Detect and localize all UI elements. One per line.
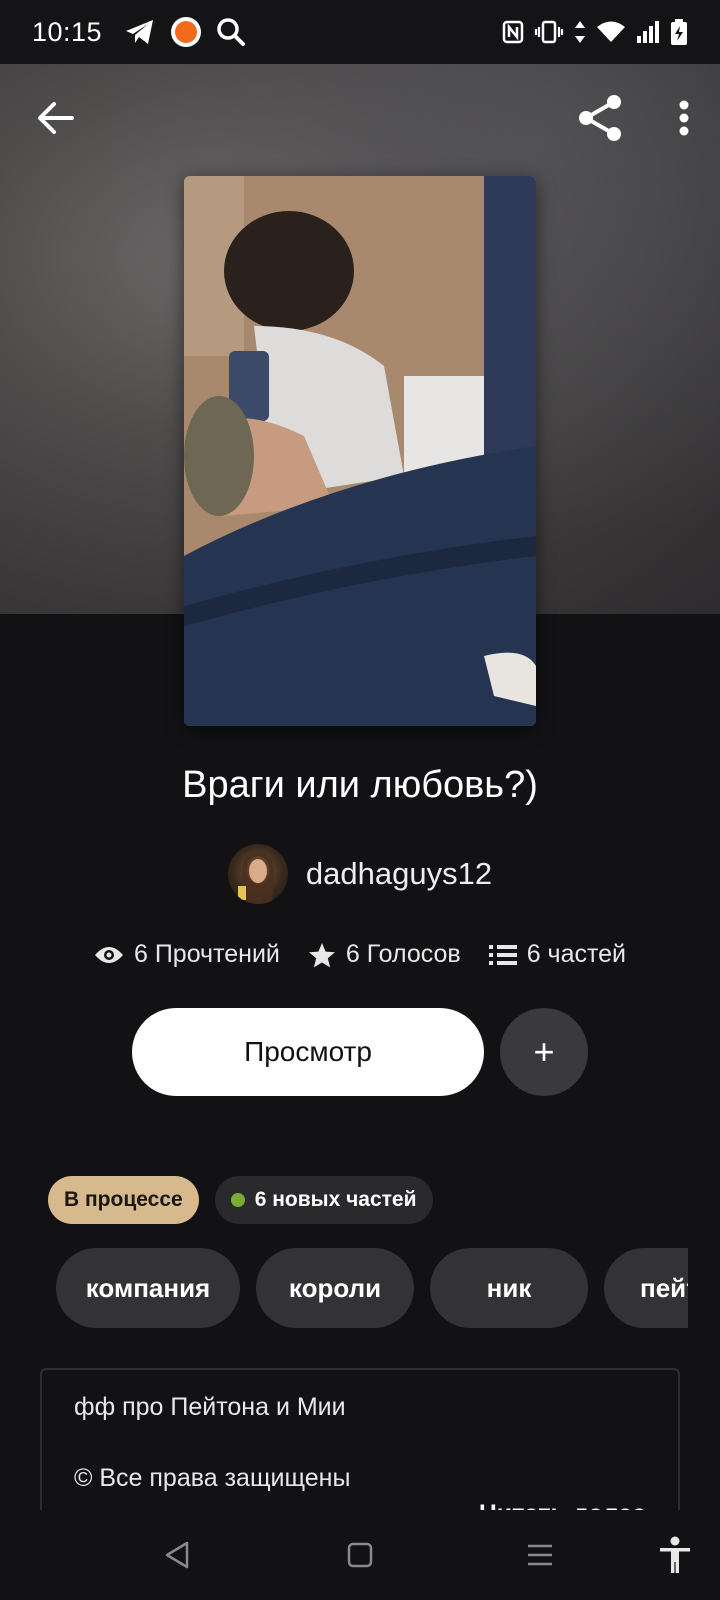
system-nav-bar <box>0 1510 720 1600</box>
orange-app-icon <box>170 16 202 48</box>
add-to-library-button[interactable]: + <box>500 1008 588 1096</box>
parts-count: 6 частей <box>526 940 627 968</box>
nav-home-button[interactable] <box>335 1530 385 1580</box>
author-name[interactable]: dadhaguys12 <box>306 856 492 892</box>
eye-icon <box>94 946 123 963</box>
votes-stat: 6 Голосов <box>308 940 461 969</box>
story-actions: Просмотр + <box>132 1008 588 1096</box>
tag-chip[interactable]: короли <box>256 1248 414 1328</box>
reads-count: 6 Прочтений <box>133 940 280 968</box>
new-parts-dot <box>230 1193 245 1207</box>
copyright-line: © Все права защищены <box>74 1464 351 1492</box>
status-badge: В процессе <box>48 1176 199 1224</box>
nav-recents-button[interactable] <box>515 1530 565 1580</box>
story-cover-image[interactable] <box>184 176 536 726</box>
nav-home-icon <box>347 1542 373 1568</box>
back-arrow-icon <box>37 101 75 140</box>
read-more-link[interactable]: Читать далее <box>479 1500 646 1510</box>
battery-charging-icon <box>670 19 688 45</box>
status-right-icons <box>502 19 688 45</box>
reads-stat: 6 Прочтений <box>94 940 280 969</box>
share-icon <box>579 94 621 141</box>
story-description: фф про Пейтона и Мии © Все права защищен… <box>40 1368 680 1510</box>
tag-list: компания короли ник пейтон <box>56 1248 688 1328</box>
telegram-icon <box>124 18 156 46</box>
signal-icon <box>636 21 660 43</box>
new-parts-label: 6 новых частей <box>254 1188 417 1211</box>
story-stats: 6 Прочтений 6 Голосов 6 частей <box>0 940 720 969</box>
story-title: Враги или любовь?) <box>182 764 538 806</box>
search-icon <box>216 17 246 47</box>
parts-stat: 6 частей <box>488 940 627 969</box>
accessibility-icon <box>660 1536 690 1573</box>
status-bar: 10:15 <box>0 0 720 64</box>
description-line: фф про Пейтона и Мии <box>74 1393 346 1421</box>
back-button[interactable] <box>30 94 82 146</box>
nav-back-icon <box>165 1541 189 1569</box>
more-options-button[interactable] <box>678 100 690 141</box>
nfc-icon <box>502 20 524 44</box>
share-button[interactable] <box>576 93 626 148</box>
tag-chip[interactable]: пейтон <box>604 1248 688 1328</box>
list-icon <box>488 944 517 965</box>
status-left-icons <box>124 16 246 48</box>
tag-chip[interactable]: ник <box>430 1248 588 1328</box>
nav-back-button[interactable] <box>152 1530 202 1580</box>
author-row[interactable]: dadhaguys12 <box>0 844 720 904</box>
tag-chip[interactable]: компания <box>56 1248 240 1328</box>
status-time: 10:15 <box>32 16 103 47</box>
more-vertical-icon <box>679 100 689 135</box>
vibrate-icon <box>534 20 564 44</box>
wifi-icon <box>596 20 626 44</box>
data-arrows-icon <box>574 20 586 44</box>
avatar[interactable] <box>227 844 288 904</box>
read-button[interactable]: Просмотр <box>132 1008 484 1096</box>
new-parts-badge: 6 новых частей <box>214 1176 433 1224</box>
nav-recents-icon <box>528 1544 552 1566</box>
accessibility-button[interactable] <box>650 1530 700 1580</box>
votes-count: 6 Голосов <box>345 940 461 968</box>
top-bar <box>0 64 720 176</box>
story-badges: В процессе 6 новых частей <box>48 1176 433 1224</box>
star-icon <box>308 942 335 967</box>
